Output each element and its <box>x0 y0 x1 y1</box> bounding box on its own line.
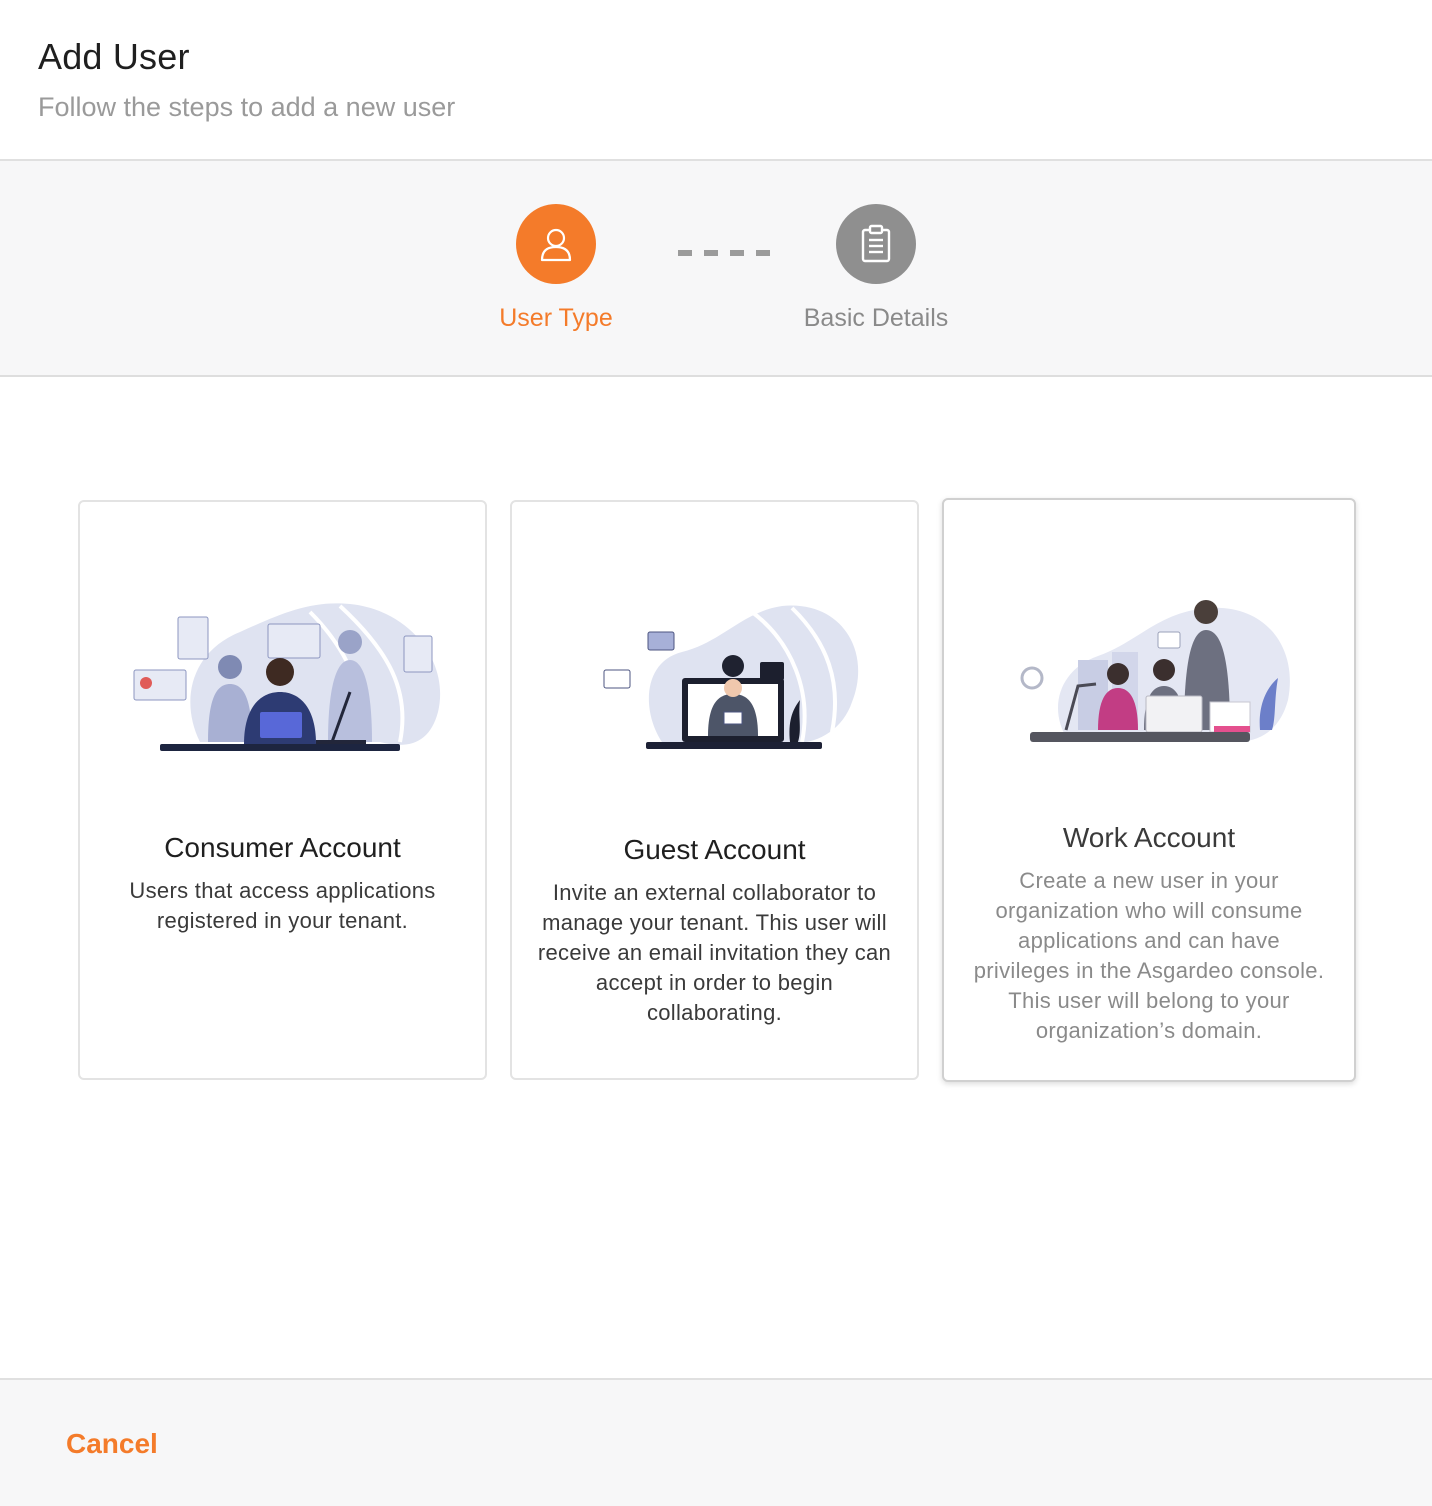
page-subtitle: Follow the steps to add a new user <box>38 92 456 122</box>
card-description: Users that access applications registere… <box>129 878 436 933</box>
card-title: Guest Account <box>623 834 806 865</box>
card-description: Invite an external collaborator to manag… <box>537 880 892 1025</box>
step-user-type[interactable] <box>516 204 596 284</box>
modal-header: Add User Follow the steps to add a new u… <box>0 0 1432 161</box>
wizard-stepper: User Type Basic Details <box>0 161 1432 377</box>
modal-footer: Cancel <box>0 1378 1432 1506</box>
consumer-illustration <box>133 603 441 751</box>
card-description: Create a new user in your organization w… <box>973 868 1325 1043</box>
card-title: Work Account <box>1062 822 1236 853</box>
guest-account-card[interactable]: Guest Account Invite an external collabo… <box>510 500 919 1080</box>
work-account-card[interactable]: Work Account Create a new user in your o… <box>942 498 1356 1082</box>
step-label-user-type: User Type <box>499 304 613 332</box>
consumer-account-card[interactable]: Consumer Account Users that access appli… <box>78 500 487 1080</box>
step-connector <box>678 250 772 256</box>
page-title: Add User <box>38 36 190 77</box>
cancel-button[interactable]: Cancel <box>66 1428 158 1460</box>
guest-illustration <box>603 605 859 749</box>
clipboard-icon <box>861 224 891 263</box>
step-basic-details[interactable] <box>836 204 916 284</box>
user-icon <box>540 228 572 262</box>
card-title: Consumer Account <box>164 832 401 863</box>
step-label-basic-details: Basic Details <box>803 304 949 332</box>
work-illustration <box>1020 600 1290 742</box>
